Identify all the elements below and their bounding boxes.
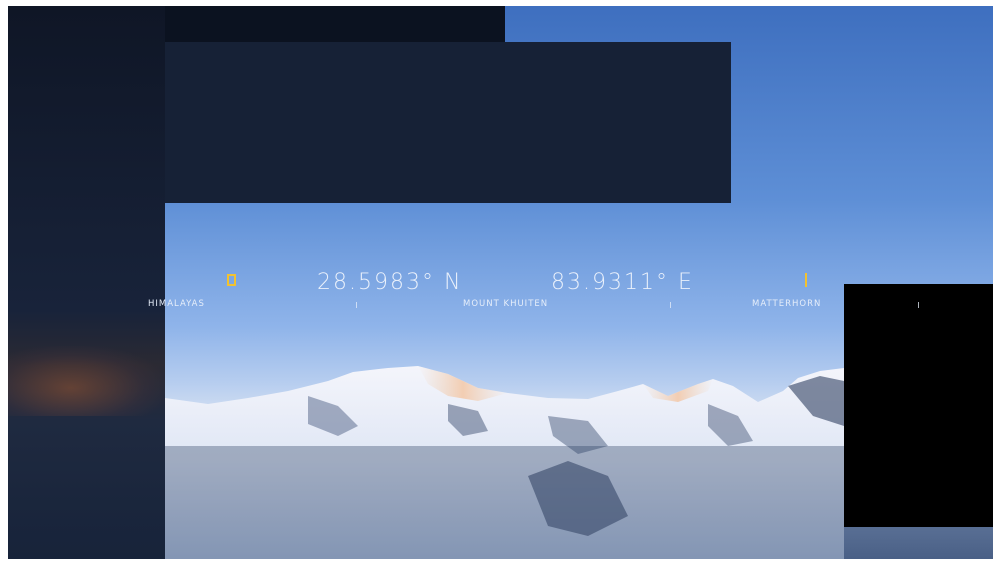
yellow-bar-icon — [805, 273, 807, 287]
tick-mark — [670, 302, 671, 308]
place-label-matterhorn: MATTERHORN — [752, 299, 822, 309]
background-photo: 28.5983° N 83.9311° E HIMALAYAS MOUNT KH… — [8, 6, 993, 559]
place-label-mount-khuiten: MOUNT KHUITEN — [463, 299, 549, 309]
latitude-readout: 28.5983° N — [317, 270, 463, 295]
tick-mark — [918, 302, 919, 308]
longitude-readout: 83.9311° E — [551, 270, 694, 295]
hud-overlay: 28.5983° N 83.9311° E HIMALAYAS MOUNT KH… — [8, 6, 993, 559]
tick-mark — [356, 302, 357, 308]
place-label-himalayas: HIMALAYAS — [148, 299, 205, 309]
yellow-frame-icon — [227, 274, 236, 286]
